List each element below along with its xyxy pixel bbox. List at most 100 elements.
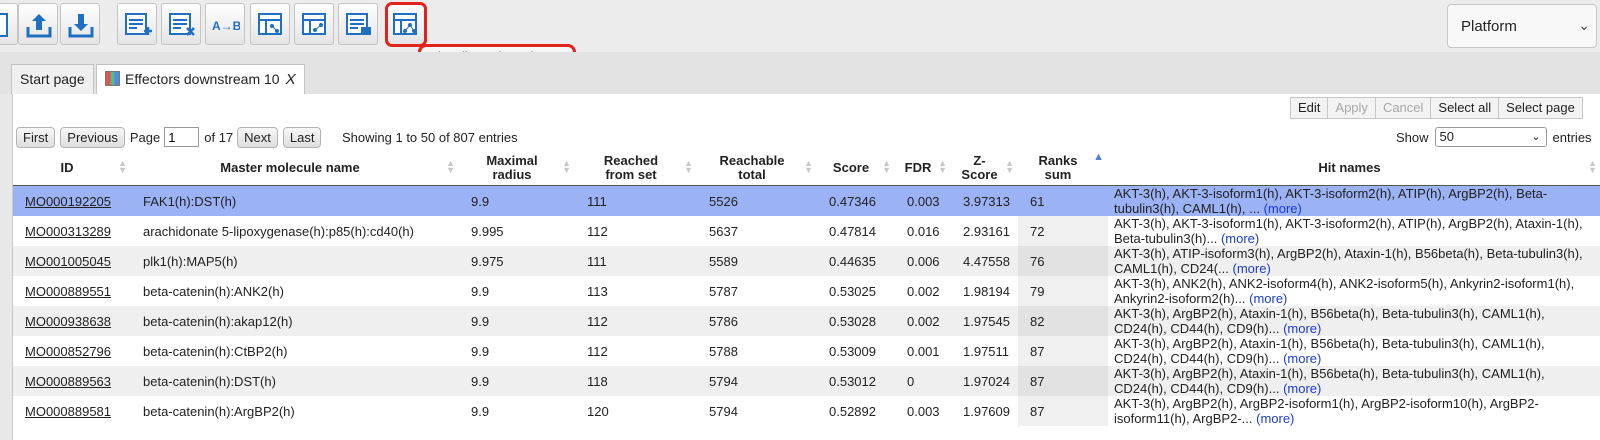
- column-header-hit-names[interactable]: Hit names ▲ ▼: [1108, 150, 1600, 186]
- upload-button[interactable]: [18, 3, 58, 45]
- radius-cell: 9.9: [459, 396, 575, 426]
- more-link[interactable]: (more): [1233, 261, 1271, 276]
- column-header-master-molecule-name[interactable]: Master molecule name ▲ ▼: [131, 150, 459, 186]
- tree-table-icon: [302, 13, 326, 35]
- score-cell: 0.53025: [817, 276, 895, 306]
- more-link[interactable]: (more): [1221, 231, 1259, 246]
- table-row[interactable]: MO000889551 beta-catenin(h):ANK2(h) 9.9 113…: [13, 276, 1600, 306]
- hits-cell: AKT-3(h), AKT-3-isoform1(h), AKT-3-isofo…: [1108, 185, 1600, 216]
- hits-cell: AKT-3(h), ATIP-isoform3(h), ArgBP2(h), A…: [1108, 246, 1600, 276]
- select-all-button[interactable]: Select all: [1430, 97, 1500, 119]
- hit-names-text: AKT-3(h), ArgBP2(h), Ataxin-1(h), B56bet…: [1114, 306, 1545, 336]
- next-page-button[interactable]: Next: [237, 126, 278, 148]
- tree-table-button-2[interactable]: [294, 3, 334, 45]
- hit-names-text: AKT-3(h), ArgBP2(h), Ataxin-1(h), B56bet…: [1114, 336, 1545, 366]
- molecule-id-link[interactable]: MO000889551: [25, 284, 111, 299]
- column-header-fdr[interactable]: FDR ▲ ▼: [895, 150, 951, 186]
- total-cell: 5788: [697, 336, 817, 366]
- score-cell: 0.47814: [817, 216, 895, 246]
- page-size-select[interactable]: 50 ⌄: [1434, 127, 1547, 147]
- tab-strip: Start page Effectors downstream 10 X: [0, 52, 1600, 95]
- more-link[interactable]: (more): [1283, 351, 1321, 366]
- close-icon[interactable]: X: [286, 71, 296, 88]
- total-cell: 5526: [697, 185, 817, 216]
- table-row[interactable]: MO001005045 plk1(h):MAP5(h) 9.975 111 5589 0.…: [13, 246, 1600, 276]
- ranks-cell: 72: [1018, 216, 1108, 246]
- z-score-cell: 4.47558: [951, 246, 1018, 276]
- remove-column-button[interactable]: [161, 3, 201, 45]
- last-page-button[interactable]: Last: [282, 126, 322, 148]
- edit-button[interactable]: Edit: [1290, 97, 1329, 119]
- z-score-cell: 3.97313: [951, 185, 1018, 216]
- tree-table-button[interactable]: [250, 3, 290, 45]
- fdr-cell: 0.002: [895, 306, 951, 336]
- remove-column-icon: [169, 13, 195, 36]
- add-column-button[interactable]: [117, 3, 157, 45]
- ranks-cell: 79: [1018, 276, 1108, 306]
- sort-icon: ▲ ▼: [1005, 158, 1014, 175]
- column-header-maximal-radius[interactable]: Maximal radius ▲ ▼: [459, 150, 575, 186]
- edit-button-group: Edit Apply Cancel Select all Select page: [1290, 97, 1583, 119]
- sort-icon: ▲ ▼: [804, 158, 813, 175]
- more-link[interactable]: (more): [1283, 321, 1321, 336]
- pager: First Previous Page of 17 Next Last: [16, 126, 326, 148]
- column-header-reached-from-set[interactable]: Reached from set ▲ ▼: [575, 150, 697, 186]
- page-number-input[interactable]: [164, 127, 200, 147]
- z-score-cell: 1.97545: [951, 306, 1018, 336]
- more-link[interactable]: (more): [1283, 381, 1321, 396]
- rename-button[interactable]: A→B: [205, 3, 245, 45]
- column-header-z-score[interactable]: Z- Score ▲ ▼: [951, 150, 1018, 186]
- sort-icon: ▲ ▼: [118, 158, 127, 175]
- score-cell: 0.44635: [817, 246, 895, 276]
- reached-cell: 112: [575, 216, 697, 246]
- more-link[interactable]: (more): [1249, 291, 1287, 306]
- tab-start-page[interactable]: Start page: [11, 64, 94, 94]
- molecule-id-link[interactable]: MO000192205: [25, 194, 111, 209]
- table-row[interactable]: MO000313289 arachidonate 5-lipoxygenase(h…: [13, 216, 1600, 246]
- table-row[interactable]: MO000938638 beta-catenin(h):akap12(h) 9.9 1…: [13, 306, 1600, 336]
- table-row[interactable]: MO000889581 beta-catenin(h):ArgBP2(h) 9.9 1…: [13, 396, 1600, 426]
- document-icon-button[interactable]: [0, 3, 18, 45]
- hit-names-text: AKT-3(h), AKT-3-isoform1(h), AKT-3-isofo…: [1114, 186, 1548, 216]
- column-header-score[interactable]: Score ▲ ▼: [817, 150, 895, 186]
- id-cell: MO000889551: [13, 276, 131, 306]
- total-cell: 5794: [697, 396, 817, 426]
- column-header-id[interactable]: ID ▲ ▼: [13, 150, 131, 186]
- visualize-selected-rows-button[interactable]: [385, 2, 427, 47]
- tab-effectors-downstream[interactable]: Effectors downstream 10 X: [96, 64, 305, 95]
- cancel-button[interactable]: Cancel: [1374, 97, 1432, 119]
- fdr-cell: 0.016: [895, 216, 951, 246]
- tree-table-icon: [258, 13, 282, 35]
- apply-button[interactable]: Apply: [1327, 97, 1376, 119]
- table-row[interactable]: MO000889563 beta-catenin(h):DST(h) 9.9 118 5…: [13, 366, 1600, 396]
- radius-cell: 9.9: [459, 185, 575, 216]
- table-export-button[interactable]: [338, 3, 378, 45]
- sort-icon: ▲ ▼: [684, 158, 693, 175]
- ranks-cell: 61: [1018, 185, 1108, 216]
- platform-select[interactable]: Platform ⌄: [1447, 4, 1597, 48]
- molecule-id-link[interactable]: MO000852796: [25, 344, 111, 359]
- select-page-button[interactable]: Select page: [1498, 97, 1583, 119]
- more-link[interactable]: (more): [1256, 411, 1294, 426]
- molecule-id-link[interactable]: MO001005045: [25, 254, 111, 269]
- table-row[interactable]: MO000852796 beta-catenin(h):CtBP2(h) 9.9 11…: [13, 336, 1600, 366]
- column-header-reachable-total[interactable]: Reachable total ▲ ▼: [697, 150, 817, 186]
- table-row[interactable]: MO000192205 FAK1(h):DST(h) 9.9 111 5526 0.473…: [13, 185, 1600, 216]
- molecule-id-link[interactable]: MO000938638: [25, 314, 111, 329]
- previous-page-button[interactable]: Previous: [60, 126, 125, 148]
- more-link[interactable]: (more): [1264, 201, 1302, 216]
- reached-cell: 118: [575, 366, 697, 396]
- column-header-ranks-sum[interactable]: Ranks sum ▲: [1018, 150, 1108, 186]
- hit-names-text: AKT-3(h), ANK2(h), ANK2-isoform4(h), ANK…: [1114, 276, 1575, 306]
- table-export-icon: [346, 13, 371, 35]
- molecule-id-link[interactable]: MO000313289: [25, 224, 111, 239]
- molecule-id-link[interactable]: MO000889581: [25, 404, 111, 419]
- radius-cell: 9.995: [459, 216, 575, 246]
- fdr-cell: 0.006: [895, 246, 951, 276]
- download-button[interactable]: [60, 3, 100, 45]
- radius-cell: 9.9: [459, 366, 575, 396]
- id-cell: MO001005045: [13, 246, 131, 276]
- molecule-id-link[interactable]: MO000889563: [25, 374, 111, 389]
- first-page-button[interactable]: First: [16, 126, 56, 148]
- radius-cell: 9.9: [459, 336, 575, 366]
